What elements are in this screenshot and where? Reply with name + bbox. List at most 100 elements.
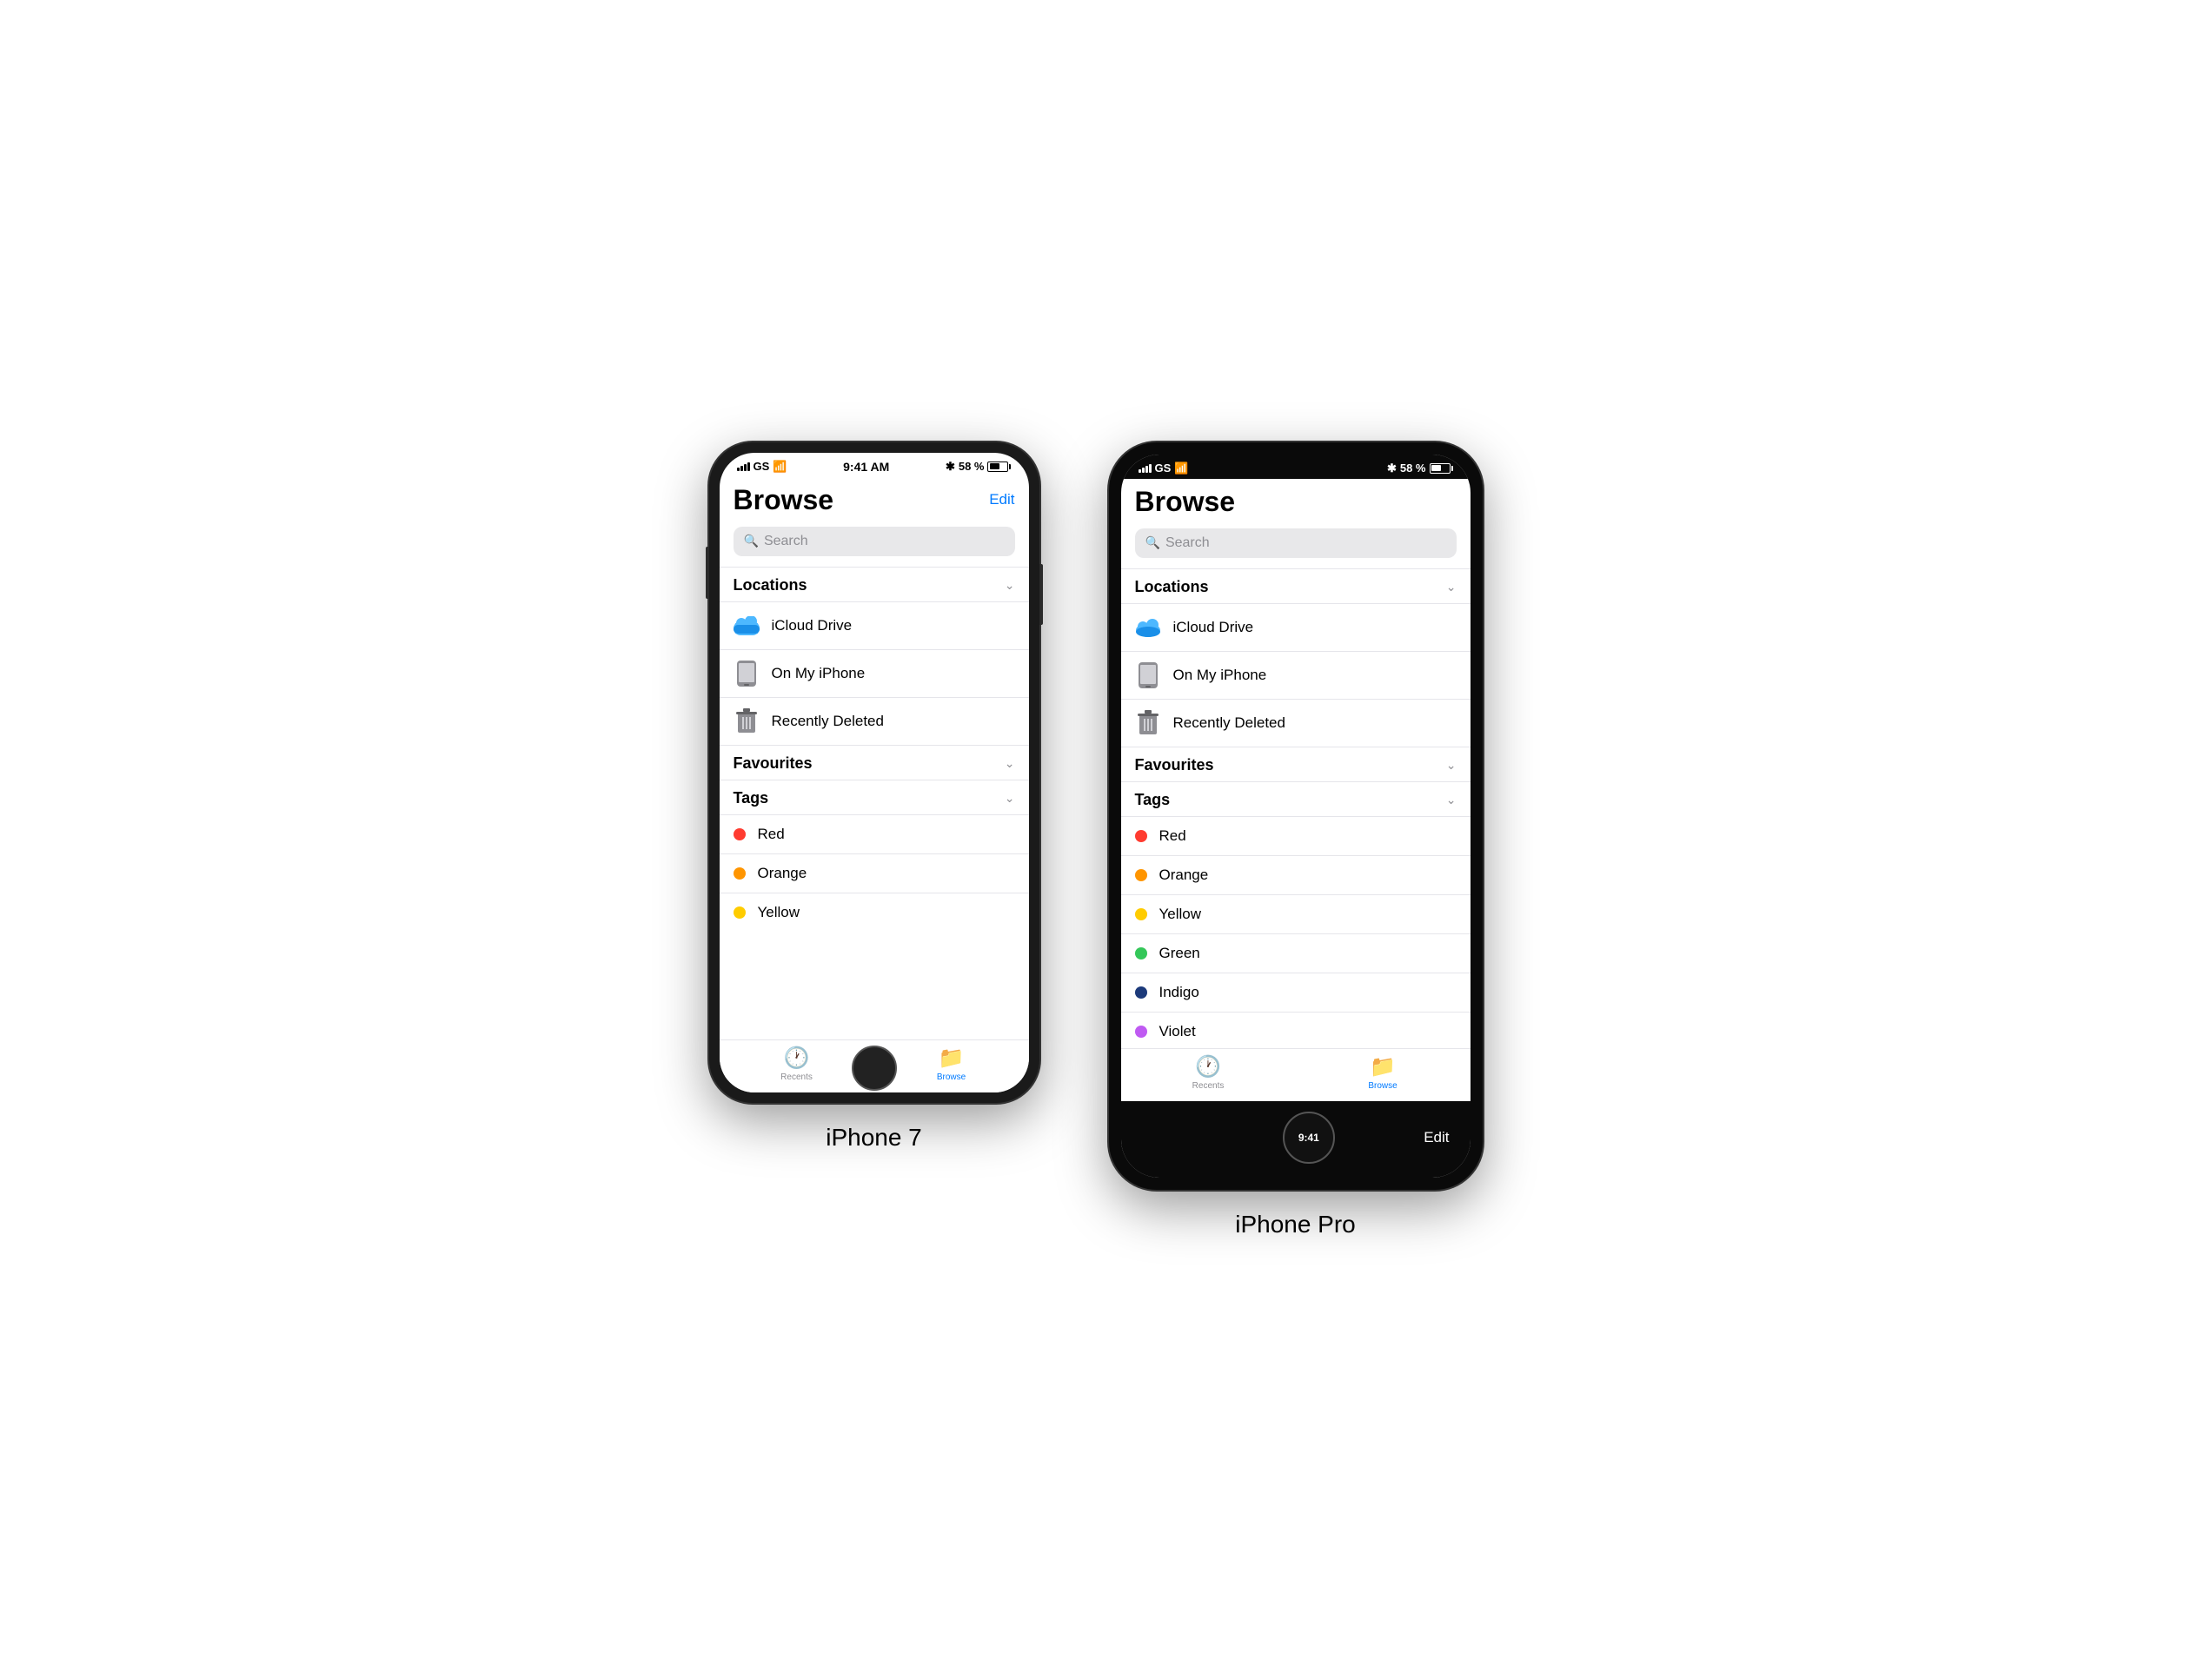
iphone7-tags-title: Tags (734, 789, 769, 807)
pro-tag-dot-green (1135, 947, 1147, 960)
iphonepro-recentlydeleted-item[interactable]: Recently Deleted (1121, 699, 1471, 747)
iphonepro-status-left: GS 📶 (1139, 462, 1189, 475)
iphone7-tab-browse[interactable]: 📁 Browse (874, 1046, 1029, 1082)
iphonepro-tab-recents[interactable]: 🕐 Recents (1121, 1054, 1296, 1091)
iphone7-tags-header[interactable]: Tags ⌄ (720, 780, 1029, 814)
iphonepro-tag-orange[interactable]: Orange (1121, 855, 1471, 894)
iphone7-onmyiphone-label: On My iPhone (772, 665, 866, 682)
iphonepro-app-header: Browse (1121, 479, 1471, 523)
iphonepro-wrapper: GS 📶 ✱ 58 % (1109, 442, 1483, 1238)
pro-tag-dot-indigo (1135, 986, 1147, 999)
iphonepro-search-bar[interactable]: 🔍 Search (1135, 528, 1457, 558)
iphonepro-tag-yellow-label: Yellow (1159, 906, 1202, 923)
iphone7-tag-yellow-label: Yellow (758, 904, 800, 921)
iphonepro-browse-title: Browse (1135, 486, 1236, 518)
iphone7-favourites-header[interactable]: Favourites ⌄ (720, 745, 1029, 780)
locations-chevron-icon: ⌄ (1005, 578, 1015, 593)
pro-battery-icon (1430, 463, 1453, 474)
iphone7-locations-header[interactable]: Locations ⌄ (720, 567, 1029, 601)
tag-dot-orange (734, 867, 746, 880)
pro-favourites-chevron-icon: ⌄ (1446, 758, 1457, 773)
iphone7-tag-red[interactable]: Red (720, 814, 1029, 853)
signal-bar-4 (747, 462, 750, 471)
pro-recents-tab-icon: 🕐 (1195, 1054, 1221, 1079)
battery-body (987, 462, 1008, 472)
iphone7-locations-title: Locations (734, 576, 807, 594)
iphonepro-tag-violet[interactable]: Violet (1121, 1012, 1471, 1048)
iphonepro-scroll-content[interactable]: Browse 🔍 Search Locations ⌄ (1121, 479, 1471, 1048)
pro-signal-bar-1 (1139, 469, 1141, 473)
iphonepro-time-display: 9:41 (1283, 1112, 1335, 1164)
pro-icloud-svg (1135, 618, 1161, 637)
on-my-iphone-icon (734, 661, 760, 687)
iphone7-onmyiphone-item[interactable]: On My iPhone (720, 649, 1029, 697)
iphonepro-tag-green-label: Green (1159, 945, 1200, 962)
trash-icon (734, 708, 760, 734)
iphonepro-onmyiphone-item[interactable]: On My iPhone (1121, 651, 1471, 699)
iphonepro-tag-indigo-label: Indigo (1159, 984, 1199, 1001)
iphone7-app-header: Browse Edit (720, 477, 1029, 521)
iphone7-tag-orange[interactable]: Orange (720, 853, 1029, 893)
iphonepro-icloud-item[interactable]: iCloud Drive (1121, 603, 1471, 651)
iphonepro-tag-yellow[interactable]: Yellow (1121, 894, 1471, 933)
pro-tag-dot-yellow (1135, 908, 1147, 920)
iphonepro-recents-label: Recents (1192, 1081, 1225, 1091)
iphonepro-tag-red[interactable]: Red (1121, 816, 1471, 855)
iphone7-tag-yellow[interactable]: Yellow (720, 893, 1029, 932)
pro-signal-bar-2 (1142, 468, 1145, 473)
pro-bluetooth-icon: ✱ (1387, 462, 1397, 475)
iphonepro-label: iPhone Pro (1235, 1211, 1356, 1238)
carrier-label: GS (754, 460, 770, 473)
pro-battery-fill (1431, 465, 1441, 471)
iphone7-status-bar: GS 📶 9:41 AM ✱ 58 % (720, 453, 1029, 477)
battery-fill (990, 463, 999, 469)
status-bar-left: GS 📶 (737, 460, 787, 474)
iphone7-icloud-label: iCloud Drive (772, 617, 853, 634)
battery-icon (987, 462, 1011, 472)
iphonepro-tab-browse[interactable]: 📁 Browse (1296, 1054, 1471, 1091)
iphone7-scroll-content[interactable]: Browse Edit 🔍 Search Locations ⌄ (720, 477, 1029, 1039)
iphonepro-tags-header[interactable]: Tags ⌄ (1121, 781, 1471, 816)
iphonepro-edit-button[interactable]: Edit (1424, 1129, 1449, 1146)
iphone7-time: 9:41 AM (843, 460, 889, 474)
iphonepro-status-bar: GS 📶 ✱ 58 % (1121, 455, 1471, 479)
iphonepro-search-placeholder: Search (1165, 535, 1210, 551)
iphone7-browse-label: Browse (937, 1072, 966, 1082)
iphonepro-locations-header[interactable]: Locations ⌄ (1121, 568, 1471, 603)
pro-tags-chevron-icon: ⌄ (1446, 793, 1457, 807)
iphonepro-search-container: 🔍 Search (1121, 523, 1471, 568)
iphone7-label: iPhone 7 (826, 1124, 922, 1152)
iphone7-tag-red-label: Red (758, 826, 785, 843)
iphone7-icloud-item[interactable]: iCloud Drive (720, 601, 1029, 649)
iphonepro-favourites-title: Favourites (1135, 756, 1214, 774)
pro-trash-icon (1135, 710, 1161, 736)
iphone7-recents-label: Recents (780, 1072, 813, 1082)
iphone7-search-bar[interactable]: 🔍 Search (734, 527, 1015, 556)
signal-bars (737, 462, 750, 471)
iphone7-edit-button[interactable]: Edit (989, 484, 1014, 508)
pro-phone-svg (1138, 662, 1159, 688)
pro-tag-dot-violet (1135, 1026, 1147, 1038)
iphonepro-icloud-label: iCloud Drive (1173, 619, 1254, 636)
iphonepro-screen: GS 📶 ✱ 58 % (1121, 455, 1471, 1178)
iphonepro-tag-orange-label: Orange (1159, 867, 1209, 884)
iphone7-browse-title: Browse (734, 484, 834, 516)
phone-svg (736, 661, 757, 687)
iphonepro-tag-green[interactable]: Green (1121, 933, 1471, 973)
iphonepro-tag-indigo[interactable]: Indigo (1121, 973, 1471, 1012)
iphonepro-browse-label: Browse (1368, 1081, 1397, 1091)
pro-search-icon: 🔍 (1145, 535, 1160, 550)
iphonepro-tag-red-label: Red (1159, 827, 1186, 845)
pro-signal-bar-4 (1149, 464, 1152, 473)
iphone7-recentlydeleted-item[interactable]: Recently Deleted (720, 697, 1029, 745)
iphonepro-status-right: ✱ 58 % (1387, 462, 1453, 475)
pro-battery-label: 58 % (1400, 462, 1426, 475)
iphone7-home-button[interactable] (852, 1046, 897, 1091)
iphonepro-favourites-header[interactable]: Favourites ⌄ (1121, 747, 1471, 781)
iphonepro-tags-title: Tags (1135, 791, 1171, 809)
iphone7-tab-recents[interactable]: 🕐 Recents (720, 1046, 874, 1082)
iphone7-search-container: 🔍 Search (720, 521, 1029, 567)
iphonepro-recentlydeleted-label: Recently Deleted (1173, 714, 1285, 732)
signal-bar-3 (744, 464, 747, 471)
iphonepro-locations-title: Locations (1135, 578, 1209, 596)
